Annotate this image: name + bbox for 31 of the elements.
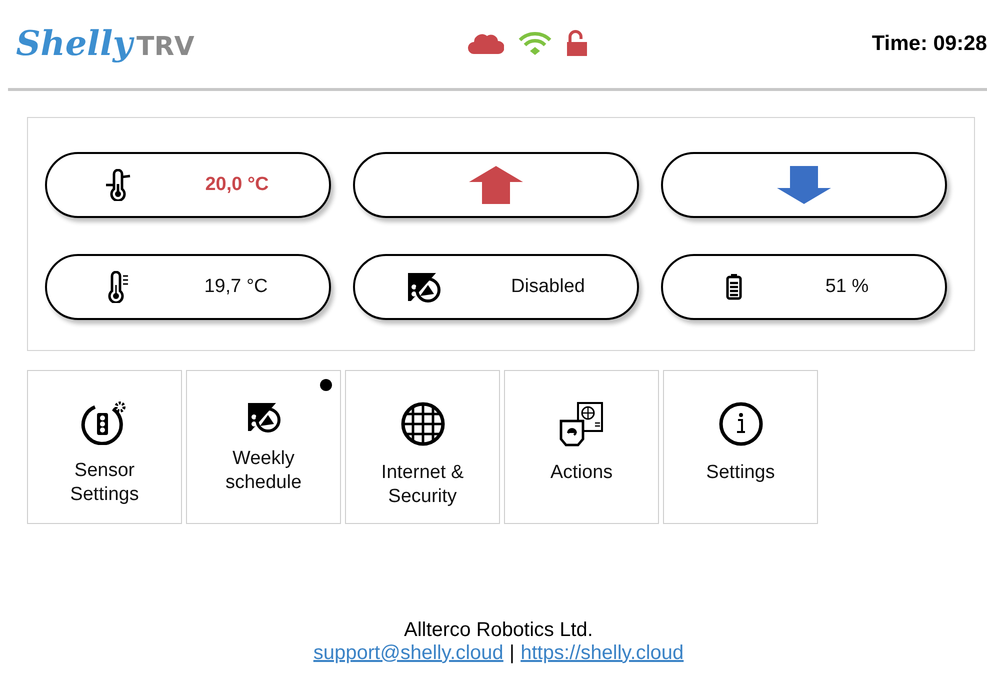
arrow-button[interactable] (661, 152, 947, 218)
status-pill[interactable]: Disabled (353, 254, 639, 320)
company-name: Allterco Robotics Ltd. (404, 619, 593, 642)
status-pill[interactable]: 19,7 °C (45, 254, 331, 320)
email-link[interactable]: support@shelly.cloud (313, 642, 504, 665)
separator: | (509, 642, 515, 665)
clock-time: Time: 09:28 (872, 32, 987, 56)
status-pill[interactable]: 20,0 °C (45, 152, 331, 218)
documents-icon (558, 401, 606, 447)
globe-icon (400, 401, 446, 447)
thermometer-icon (105, 271, 131, 303)
status-pill[interactable]: 51 % (661, 254, 947, 320)
website-link[interactable]: https://shelly.cloud (520, 642, 684, 665)
wifi-icon (518, 31, 552, 55)
menu-tile[interactable]: Settings (663, 370, 818, 524)
cloud-icon (468, 32, 504, 54)
unlocked-padlock-icon (566, 30, 588, 56)
sensor-gear-icon (80, 401, 128, 445)
battery-icon (726, 274, 742, 300)
menu-tile[interactable]: Actions (504, 370, 659, 524)
calendar-clock-icon (246, 401, 280, 433)
menu-tile[interactable]: Internet & Security (345, 370, 500, 524)
info-icon (718, 401, 764, 447)
logo: ShellyTRV (16, 24, 194, 64)
calendar-clock-icon (407, 271, 442, 303)
arrow-button[interactable] (353, 152, 639, 218)
up-arrow-icon (469, 166, 523, 204)
menu-tile[interactable]: Sensor Settings (27, 370, 182, 524)
menu-tile[interactable]: Weekly schedule (186, 370, 341, 524)
thermometer-icon (104, 169, 132, 201)
down-arrow-icon (777, 166, 831, 204)
